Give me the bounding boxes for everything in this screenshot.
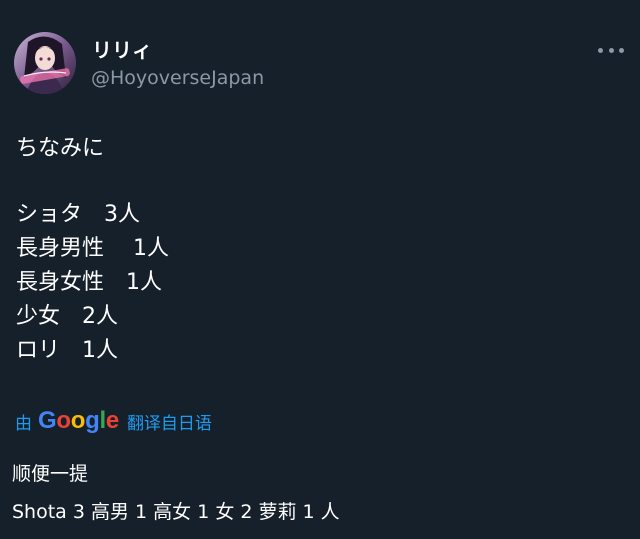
tweet-text: ちなみに ショタ 3人 長身男性 1人 長身女性 1人 少女 2人 ロリ 1人 <box>16 132 169 368</box>
tweet-line: 長身女性 1人 <box>16 270 162 295</box>
more-options-button[interactable] <box>598 40 624 60</box>
avatar[interactable] <box>14 32 76 94</box>
more-options-icon <box>598 47 603 53</box>
google-logo: Google <box>38 407 119 434</box>
translated-line: 顺便一提 <box>12 463 89 485</box>
translate-suffix: 翻译自日语 <box>126 413 212 434</box>
anime-girl-avatar-icon <box>14 32 76 94</box>
more-options-icon <box>619 47 624 53</box>
tweet-line: ショタ 3人 <box>16 202 140 227</box>
display-name[interactable]: リリィ <box>92 38 152 62</box>
translated-text: 顺便一提 Shota 3 高男 1 高女 1 女 2 萝莉 1 人 <box>12 455 340 531</box>
translated-line: Shota 3 高男 1 高女 1 女 2 萝莉 1 人 <box>12 501 340 523</box>
tweet-line: 長身男性 1人 <box>16 236 169 261</box>
more-options-icon <box>608 47 614 53</box>
translate-prefix: 由 <box>15 413 32 434</box>
tweet-line: ロリ 1人 <box>16 338 118 363</box>
translate-attribution-link[interactable]: 由 Google 翻译自日语 <box>15 405 212 437</box>
user-handle[interactable]: @HoyoverseJapan <box>91 66 264 90</box>
tweet-line: 少女 2人 <box>16 304 118 329</box>
tweet-header: リリィ @HoyoverseJapan <box>0 0 640 100</box>
tweet-line: ちなみに <box>16 136 105 161</box>
